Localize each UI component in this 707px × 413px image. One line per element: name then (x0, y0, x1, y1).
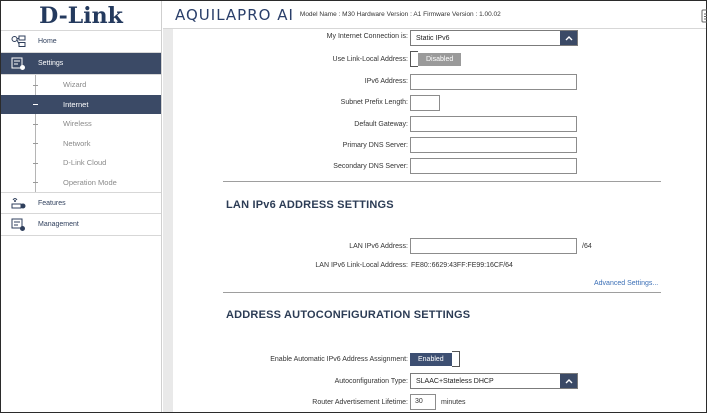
top-header: AQUILAPRO AI Model Name : M30 Hardware V… (163, 1, 707, 29)
sidebar-item-operation-mode[interactable]: Operation Mode (1, 173, 161, 193)
chevron-up-icon (560, 374, 577, 388)
autoconf-section-title: ADDRESS AUTOCONFIGURATION SETTINGS (226, 309, 471, 321)
lan-section-title: LAN IPv6 ADDRESS SETTINGS (226, 199, 394, 211)
secondary-dns-label: Secondary DNS Server: (333, 163, 408, 170)
auto-assign-label: Enable Automatic IPv6 Address Assignment… (270, 356, 408, 363)
nav-features[interactable]: Features (1, 192, 161, 214)
ipv6-address-label: IPv6 Address: (364, 78, 408, 85)
nav-home[interactable]: Home (1, 31, 161, 53)
connection-type-label: My Internet Connection is: (326, 33, 408, 40)
sidebar-item-dlink-cloud[interactable]: D-Link Cloud (1, 153, 161, 173)
management-icon (11, 218, 26, 232)
autoconf-type-label: Autoconfiguration Type: (334, 378, 408, 385)
primary-dns-label: Primary DNS Server: (342, 142, 408, 149)
subnet-prefix-input[interactable] (410, 95, 440, 111)
nav-features-label: Features (38, 199, 66, 207)
link-local-toggle[interactable]: Disabled (410, 51, 462, 67)
chevron-up-icon (560, 31, 577, 45)
link-local-label: Use Link-Local Address: (332, 56, 408, 63)
features-icon (11, 196, 26, 210)
content-stripe (163, 29, 173, 412)
dlink-logo: D-Link (1, 1, 161, 31)
document-icon[interactable] (701, 9, 707, 23)
nav-settings[interactable]: Settings (1, 53, 161, 75)
secondary-dns-input[interactable] (410, 158, 577, 174)
toggle-knob (451, 351, 460, 367)
toggle-knob (410, 51, 418, 67)
settings-icon (11, 57, 26, 71)
ra-lifetime-input[interactable]: 30 (410, 394, 436, 410)
nav-management-label: Management (38, 221, 79, 228)
lan-ipv6-address-label: LAN IPv6 Address: (349, 243, 408, 250)
prefix-suffix: /64 (582, 243, 592, 250)
sidebar-item-wireless[interactable]: Wireless (1, 114, 161, 134)
nav-management[interactable]: Management (1, 214, 161, 236)
sidebar: D-Link Home Settings Wizard Internet Wir… (1, 1, 162, 412)
ra-lifetime-label: Router Advertisement Lifetime: (312, 399, 408, 406)
advanced-settings-link[interactable]: Advanced Settings... (594, 280, 658, 287)
section-divider (223, 292, 661, 293)
device-info: Model Name : M30 Hardware Version : A1 F… (299, 11, 501, 18)
primary-dns-input[interactable] (410, 137, 577, 153)
subnet-prefix-label: Subnet Prefix Length: (340, 99, 408, 106)
lan-link-local-value: FE80::6629:43FF:FE99:16CF/64 (411, 262, 513, 269)
ra-lifetime-unit: minutes (441, 399, 466, 406)
product-brand: AQUILAPRO AI (175, 5, 294, 24)
auto-assign-toggle[interactable]: Enabled (410, 351, 460, 367)
home-network-icon (11, 35, 26, 49)
autoconf-type-select[interactable]: SLAAC+Stateless DHCP (410, 373, 578, 389)
sidebar-item-internet[interactable]: Internet (1, 94, 161, 114)
sidebar-item-wizard[interactable]: Wizard (1, 75, 161, 95)
lan-ipv6-address-input[interactable] (410, 238, 577, 254)
ipv6-address-input[interactable] (410, 74, 577, 90)
lan-link-local-label: LAN IPv6 Link-Local Address: (315, 262, 408, 269)
sidebar-item-network[interactable]: Network (1, 134, 161, 154)
nav-settings-label: Settings (38, 60, 64, 67)
main-content: My Internet Connection is: Static IPv6 U… (163, 29, 706, 412)
default-gateway-label: Default Gateway: (354, 121, 408, 128)
default-gateway-input[interactable] (410, 116, 577, 132)
nav-home-label: Home (38, 38, 57, 45)
section-divider (223, 181, 661, 182)
settings-submenu: Wizard Internet Wireless Network D-Link … (1, 75, 161, 192)
connection-type-select[interactable]: Static IPv6 (410, 30, 578, 46)
